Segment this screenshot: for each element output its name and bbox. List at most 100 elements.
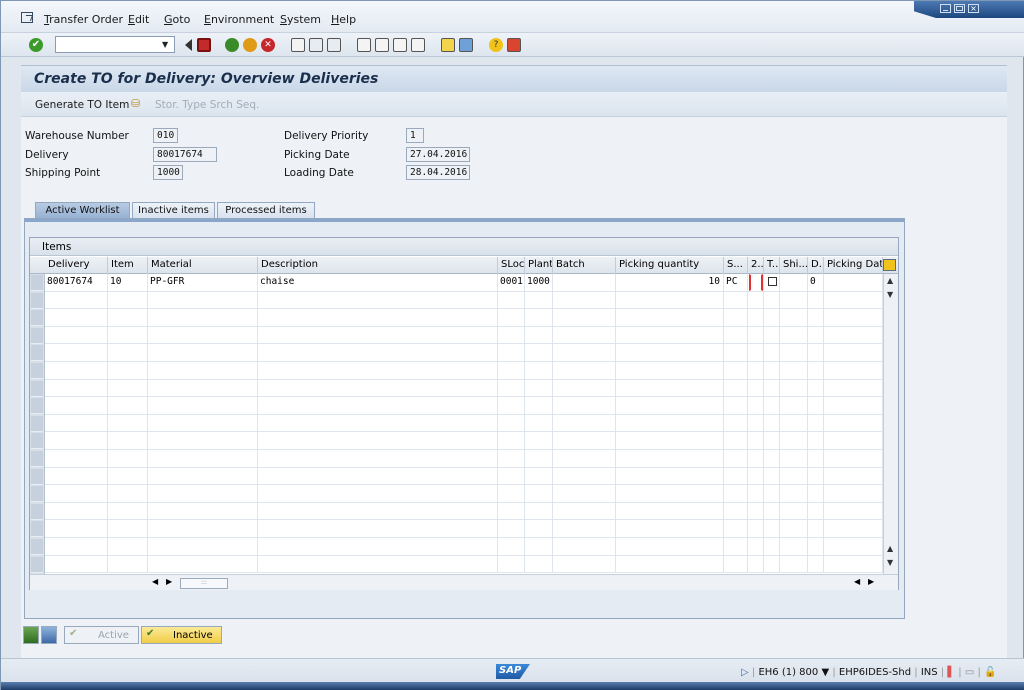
table-cell[interactable] [724, 467, 748, 486]
table-cell[interactable] [553, 414, 616, 433]
table-cell[interactable] [824, 379, 883, 398]
menu-transfer-order[interactable]: Transfer Order [44, 13, 123, 26]
exit-menu-icon[interactable] [21, 12, 33, 23]
table-cell[interactable] [148, 485, 258, 503]
table-cell[interactable] [45, 520, 108, 538]
table-cell[interactable] [45, 450, 108, 468]
table-cell[interactable] [764, 326, 780, 345]
print-icon[interactable] [291, 38, 305, 52]
insert-mode[interactable]: INS [921, 667, 938, 678]
table-cell[interactable] [108, 432, 148, 450]
table-cell[interactable] [498, 397, 525, 415]
delivery-priority-field[interactable]: 1 [406, 128, 424, 143]
table-cell[interactable] [808, 538, 824, 556]
table-cell[interactable] [764, 520, 780, 538]
table-cell[interactable] [824, 274, 883, 292]
table-cell[interactable] [616, 467, 724, 486]
table-cell[interactable] [616, 450, 724, 468]
table-cell[interactable] [108, 309, 148, 327]
table-cell[interactable] [748, 326, 764, 345]
table-cell[interactable] [553, 502, 616, 521]
table-cell[interactable] [748, 432, 764, 450]
table-cell[interactable] [108, 555, 148, 574]
table-row[interactable] [45, 397, 883, 415]
col-s[interactable]: S... [724, 257, 748, 274]
table-cell[interactable] [108, 502, 148, 521]
inactive-button[interactable]: ✔ Inactive [141, 626, 222, 644]
scroll-left-icon[interactable]: ◀ [152, 577, 158, 586]
table-cell[interactable] [148, 502, 258, 521]
close-icon[interactable]: × [968, 4, 979, 13]
table-cell[interactable] [45, 309, 108, 327]
table-cell[interactable] [764, 414, 780, 433]
table-cell[interactable] [808, 485, 824, 503]
table-cell[interactable] [764, 291, 780, 310]
required-field-marker[interactable] [749, 274, 763, 291]
table-cell[interactable] [148, 414, 258, 433]
table-cell[interactable] [808, 309, 824, 327]
col-delivery[interactable]: Delivery [45, 257, 108, 274]
command-field[interactable] [55, 36, 175, 53]
menu-edit[interactable]: Edit [128, 13, 149, 26]
table-cell[interactable] [748, 450, 764, 468]
table-cell[interactable] [148, 379, 258, 398]
next-page-icon[interactable] [393, 38, 407, 52]
status-expand-icon[interactable]: ▷ [741, 667, 749, 678]
table-cell[interactable] [258, 362, 498, 380]
table-cell[interactable] [148, 362, 258, 380]
table-cell[interactable] [808, 467, 824, 486]
table-cell[interactable] [525, 344, 553, 362]
row-selector[interactable] [31, 556, 43, 573]
table-cell[interactable] [808, 432, 824, 450]
scroll-right-right-icon[interactable]: ▶ [868, 577, 874, 586]
table-cell[interactable] [498, 362, 525, 380]
col-material[interactable]: Material [148, 257, 258, 274]
table-cell[interactable] [148, 344, 258, 362]
table-cell[interactable] [748, 397, 764, 415]
scroll-down-bottom-icon[interactable]: ▼ [887, 558, 893, 567]
table-cell[interactable] [616, 379, 724, 398]
table-cell[interactable] [724, 502, 748, 521]
table-cell[interactable] [808, 379, 824, 398]
table-row[interactable] [45, 450, 883, 468]
table-cell[interactable] [45, 379, 108, 398]
table-cell[interactable] [764, 467, 780, 486]
table-cell[interactable]: 10 [108, 274, 148, 292]
system-client[interactable]: EH6 (1) 800 [758, 667, 818, 678]
table-cell[interactable] [824, 397, 883, 415]
table-cell[interactable] [148, 555, 258, 574]
table-cell[interactable] [45, 291, 108, 310]
table-row[interactable] [45, 309, 883, 327]
table-cell[interactable] [616, 502, 724, 521]
scroll-up-bottom-icon[interactable]: ▲ [887, 544, 893, 553]
table-cell[interactable] [780, 362, 808, 380]
table-row[interactable] [45, 485, 883, 503]
table-cell[interactable] [148, 397, 258, 415]
table-cell[interactable] [498, 485, 525, 503]
table-cell[interactable] [108, 450, 148, 468]
table-row[interactable] [45, 538, 883, 556]
col-shi[interactable]: Shi... [780, 257, 808, 274]
table-cell[interactable] [616, 520, 724, 538]
table-cell[interactable] [724, 538, 748, 556]
col-item[interactable]: Item [108, 257, 148, 274]
save-icon[interactable] [197, 38, 211, 52]
table-cell[interactable] [824, 326, 883, 345]
row-selector[interactable] [31, 275, 43, 291]
scroll-down-icon[interactable]: ▼ [887, 290, 893, 299]
table-cell[interactable] [525, 326, 553, 345]
row-selector[interactable] [31, 433, 43, 450]
customize-layout-icon[interactable] [507, 38, 521, 52]
lock-icon[interactable]: 🔓 [984, 667, 996, 678]
layout-icon[interactable]: ▭ [965, 667, 974, 678]
maximize-icon[interactable] [954, 4, 965, 13]
table-cell[interactable] [824, 485, 883, 503]
table-cell[interactable] [498, 555, 525, 574]
table-cell[interactable] [148, 432, 258, 450]
table-cell[interactable] [808, 291, 824, 310]
table-cell[interactable] [724, 397, 748, 415]
col-batch[interactable]: Batch [553, 257, 616, 274]
table-cell[interactable] [764, 379, 780, 398]
table-cell[interactable]: 10 [616, 274, 724, 292]
table-cell[interactable] [498, 520, 525, 538]
